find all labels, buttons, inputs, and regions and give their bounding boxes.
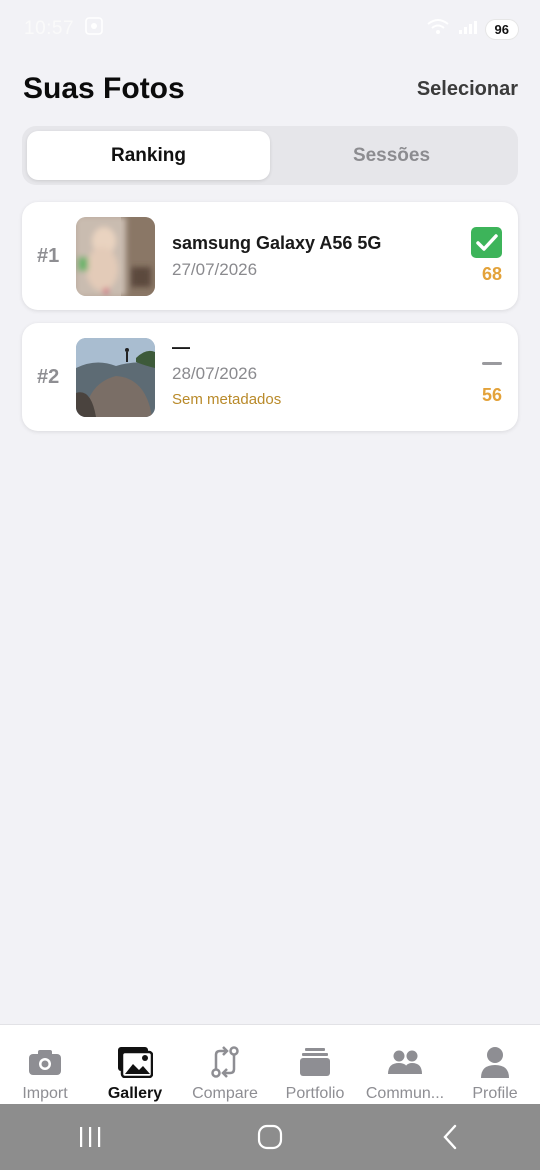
back-button[interactable] xyxy=(420,1112,480,1162)
rank-label: #2 xyxy=(37,365,60,388)
check-icon xyxy=(471,227,502,258)
photo-device: — xyxy=(172,337,190,357)
score-value: 68 xyxy=(481,264,502,284)
tab-gallery[interactable]: Gallery xyxy=(90,1025,180,1104)
photo-status: 56 xyxy=(482,348,502,406)
gallery-icon xyxy=(117,1045,153,1079)
tab-community[interactable]: Commun... xyxy=(360,1025,450,1104)
wifi-icon xyxy=(426,18,450,41)
home-icon xyxy=(257,1124,283,1150)
screen-record-icon xyxy=(84,16,104,42)
photo-card[interactable]: #1 samsung Galaxy A56 5G 27/07/2026 68 xyxy=(22,202,518,310)
tab-portfolio[interactable]: Portfolio xyxy=(270,1025,360,1104)
tab-label: Profile xyxy=(472,1085,518,1102)
signal-icon xyxy=(458,19,478,40)
photo-card[interactable]: #2 — 28/07/2026 Sem metadados 56 xyxy=(22,323,518,431)
tab-label: Gallery xyxy=(107,1085,163,1102)
segmented-control: Ranking Sessões xyxy=(22,126,518,185)
tab-ranking[interactable]: Ranking xyxy=(27,131,270,180)
photo-thumbnail[interactable] xyxy=(76,216,155,296)
compare-icon xyxy=(210,1045,240,1079)
status-time: 10:57 xyxy=(24,18,75,39)
battery-indicator: 96 xyxy=(485,19,518,39)
rank-label: #1 xyxy=(37,244,60,267)
photo-date: 28/07/2026 xyxy=(172,364,258,383)
tab-sessoes[interactable]: Sessões xyxy=(270,131,513,180)
status-left: 10:57 xyxy=(24,16,104,42)
recent-apps-button[interactable] xyxy=(60,1112,120,1162)
photo-info: samsung Galaxy A56 5G 27/07/2026 xyxy=(172,233,381,280)
photo-device: samsung Galaxy A56 5G xyxy=(172,232,382,253)
back-icon xyxy=(443,1124,457,1150)
home-button[interactable] xyxy=(240,1112,300,1162)
tab-label: Import xyxy=(22,1085,68,1102)
system-nav-bar xyxy=(0,1104,540,1170)
photo-thumbnail[interactable] xyxy=(76,337,155,417)
community-icon xyxy=(387,1045,423,1079)
tab-import[interactable]: Import xyxy=(0,1025,90,1104)
tab-label: Compare xyxy=(192,1085,258,1102)
recent-apps-icon xyxy=(80,1127,101,1147)
metadata-warning: Sem metadados xyxy=(172,391,282,408)
bottom-tab-bar: Import Gallery Compare Portfolio Commun.… xyxy=(0,1024,540,1104)
photo-status: 68 xyxy=(471,227,502,285)
score-value: 56 xyxy=(481,385,502,405)
status-right: 96 xyxy=(426,18,518,41)
select-button[interactable]: Selecionar xyxy=(417,78,518,101)
tab-label: Commun... xyxy=(365,1085,445,1102)
page-title: Suas Fotos xyxy=(23,72,185,105)
dash-icon xyxy=(482,362,502,365)
tab-compare[interactable]: Compare xyxy=(180,1025,270,1104)
status-bar: 10:57 96 xyxy=(0,0,540,58)
photo-date: 27/07/2026 xyxy=(172,259,258,279)
profile-icon xyxy=(480,1045,510,1079)
camera-icon xyxy=(28,1045,62,1079)
portfolio-icon xyxy=(299,1045,331,1079)
photo-info: — 28/07/2026 Sem metadados xyxy=(172,337,281,408)
tab-label: Portfolio xyxy=(285,1085,345,1102)
tab-profile[interactable]: Profile xyxy=(450,1025,540,1104)
